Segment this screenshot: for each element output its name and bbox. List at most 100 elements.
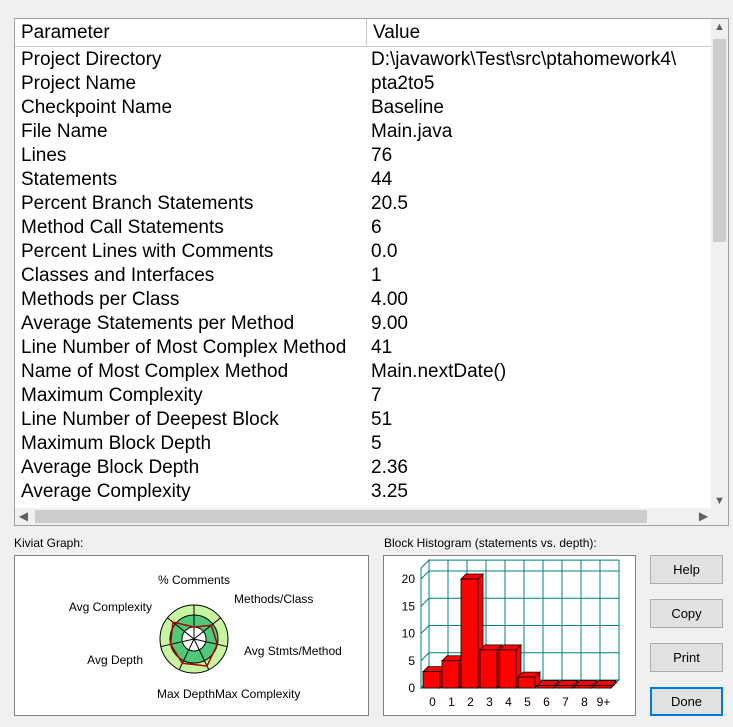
kiviat-axis-label: Avg Depth [87,653,143,667]
kiviat-axis-label: Avg Stmts/Method [244,644,342,658]
histogram-y-tick-label: 20 [402,572,416,586]
parameter-cell: Percent Branch Statements [21,193,254,214]
parameter-cell: Lines [21,145,67,166]
histogram-x-tick-label: 9+ [597,695,611,709]
histogram-bar [593,685,612,689]
parameter-cell: Name of Most Complex Method [21,361,289,382]
table-row[interactable]: Name of Most Complex Method Main.nextDate… [15,360,712,384]
table-row[interactable]: Classes and Interfaces 1 [15,264,712,288]
parameter-cell: Line Number of Most Complex Method [21,337,347,358]
histogram-x-tick-label: 4 [505,695,512,709]
histogram-x-tick-label: 8 [581,695,588,709]
histogram-x-tick-label: 1 [448,695,455,709]
value-cell: 5 [371,433,382,454]
table-row[interactable]: Percent Lines with Comments 0.0 [15,240,712,264]
parameter-cell: Maximum Complexity [21,385,203,406]
kiviat-axis-label: Avg Complexity [69,600,152,614]
histogram-bar [422,671,441,689]
block-histogram: 0 5 10 15 20 0 1 2 3 4 5 6 7 8 9+ [383,555,636,716]
table-row[interactable]: Checkpoint Name Baseline [15,96,712,120]
value-cell: Main.java [371,121,453,142]
parameter-cell: Methods per Class [21,289,180,310]
table-row[interactable]: Maximum Block Depth 5 [15,432,712,456]
parameter-cell: Classes and Interfaces [21,265,215,286]
table-row[interactable]: Average Block Depth 2.36 [15,456,712,480]
table-row[interactable]: File Name Main.java [15,120,712,144]
value-cell: 7 [371,385,382,406]
block-histogram-label: Block Histogram (statements vs. depth): [384,536,597,550]
kiviat-axis-label: Methods/Class [234,592,313,606]
histogram-x-tick-label: 6 [543,695,550,709]
histogram-bar [498,649,517,689]
table-row[interactable]: Statements 44 [15,168,712,192]
copy-button[interactable]: Copy [650,599,723,628]
parameter-cell: Project Directory [21,49,162,70]
value-cell: 41 [371,337,393,358]
help-button[interactable]: Help [650,555,723,584]
kiviat-axis-label: % Comments [158,573,230,587]
parameter-cell: Average Block Depth [21,457,200,478]
histogram-x-tick-label: 3 [486,695,493,709]
histogram-bar [517,676,536,689]
value-cell: 3.25 [371,481,408,502]
metrics-table[interactable]: Parameter Value Project Directory D:\java… [14,18,729,526]
table-row[interactable]: Line Number of Deepest Block 51 [15,408,712,432]
table-row[interactable]: Project Directory D:\javawork\Test\src\pt… [15,48,712,72]
kiviat-graph-label: Kiviat Graph: [14,536,84,550]
histogram-bar [441,660,460,689]
kiviat-axis-label: Max Depth [157,687,215,701]
horizontal-scrollbar[interactable]: ◀ ▶ [15,508,712,525]
table-row[interactable]: Percent Branch Statements 20.5 [15,192,712,216]
table-row[interactable]: Average Complexity 3.25 [15,480,712,504]
value-cell: 6 [371,217,382,238]
histogram-x-tick-label: 7 [562,695,569,709]
histogram-x-tick-label: 2 [467,695,474,709]
parameter-cell: Average Complexity [21,481,191,502]
parameter-cell: Project Name [21,73,137,94]
histogram-bar [555,685,574,689]
parameter-cell: Method Call Statements [21,217,224,238]
parameter-cell: Checkpoint Name [21,97,173,118]
parameter-cell: Average Statements per Method [21,313,295,334]
histogram-x-tick-label: 5 [524,695,531,709]
scroll-left-icon[interactable]: ◀ [15,508,32,525]
table-row[interactable]: Line Number of Most Complex Method 41 [15,336,712,360]
kiviat-axis-label: Max Complexity [215,687,300,701]
scroll-corner [711,508,728,525]
kiviat-graph: % Comments Methods/Class Avg Stmts/Method M… [14,555,369,716]
parameter-cell: Maximum Block Depth [21,433,212,454]
value-cell: 44 [371,169,393,190]
done-button[interactable]: Done [650,687,723,716]
horizontal-scroll-thumb[interactable] [35,510,647,523]
value-cell: 20.5 [371,193,408,214]
kiviat-graph-canvas: % Comments Methods/Class Avg Stmts/Method M… [69,573,342,701]
vertical-scroll-thumb[interactable] [713,39,726,242]
print-button[interactable]: Print [650,643,723,672]
parameter-cell: Line Number of Deepest Block [21,409,279,430]
vertical-scrollbar[interactable]: ▲ ▼ [711,19,728,510]
table-row[interactable]: Methods per Class 4.00 [15,288,712,312]
table-body: Project Directory D:\javawork\Test\src\pt… [15,48,712,504]
table-row[interactable]: Lines 76 [15,144,712,168]
histogram-bar [574,685,593,689]
table-row[interactable]: Project Name pta2to5 [15,72,712,96]
value-cell: D:\javawork\Test\src\ptahomework4\ [371,49,677,70]
histogram-bar [536,685,555,689]
histogram-y-tick-label: 10 [402,627,416,641]
block-histogram-canvas: 051015200 1 2 3 4 5 6 7 8 9+ [402,558,621,709]
value-cell: 76 [371,145,393,166]
table-row[interactable]: Average Statements per Method 9.00 [15,312,712,336]
column-header-value[interactable]: Value [367,19,712,46]
table-row[interactable]: Method Call Statements 6 [15,216,712,240]
scroll-up-icon[interactable]: ▲ [711,19,728,36]
value-cell: 51 [371,409,393,430]
value-cell: 4.00 [371,289,408,310]
histogram-bar [460,578,479,689]
histogram-y-tick-label: 0 [408,681,415,695]
parameter-cell: File Name [21,121,108,142]
scroll-right-icon[interactable]: ▶ [695,508,712,525]
parameter-cell: Statements [21,169,118,190]
column-header-parameter[interactable]: Parameter [15,19,367,46]
histogram-x-tick-label: 0 [429,695,436,709]
table-row[interactable]: Maximum Complexity 7 [15,384,712,408]
